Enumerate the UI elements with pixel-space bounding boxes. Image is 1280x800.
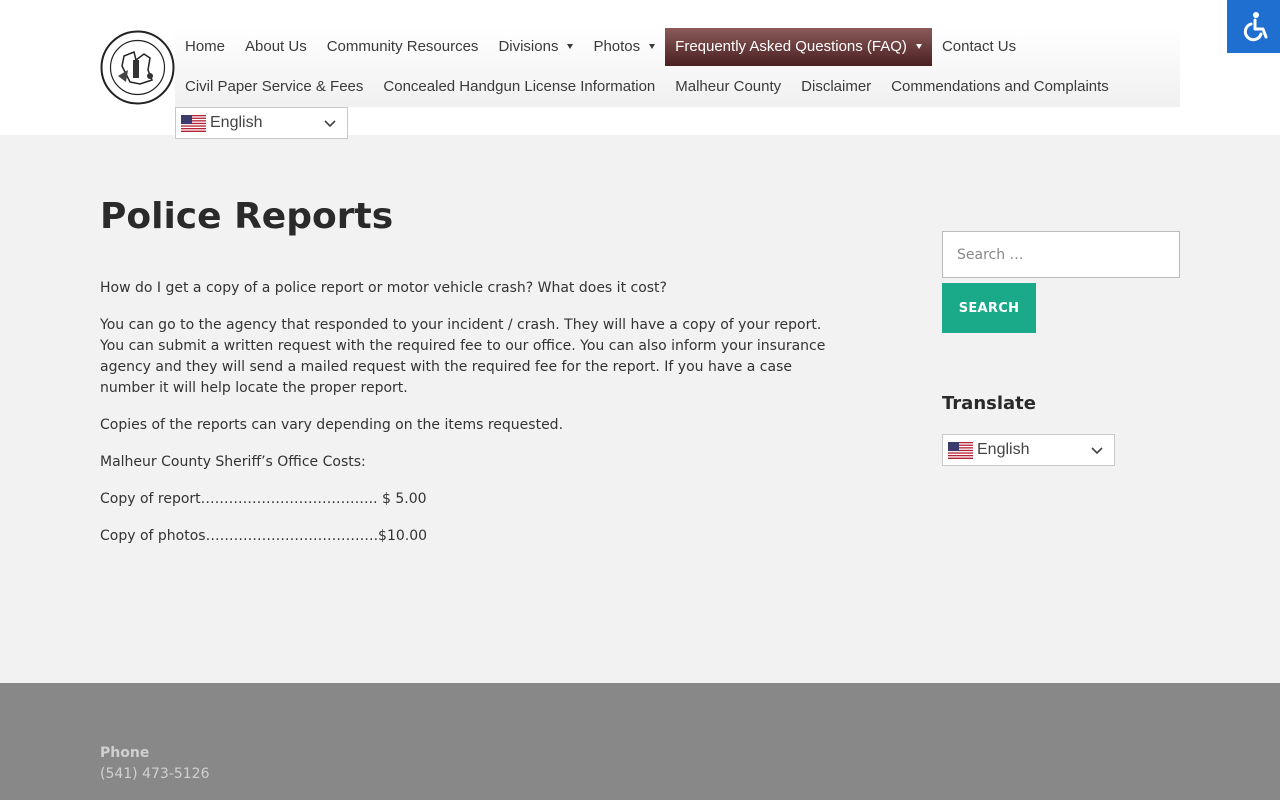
nav-item-faq[interactable]: Frequently Asked Questions (FAQ) (665, 28, 932, 66)
language-selector-sidebar[interactable]: English (942, 434, 1115, 466)
page-title: Police Reports (100, 196, 394, 237)
faq-question: How do I get a copy of a police report o… (100, 280, 667, 296)
chevron-down-icon (1091, 447, 1103, 455)
language-label: English (977, 441, 1030, 458)
language-label: English (210, 114, 263, 131)
footer-phone-number[interactable]: (541) 473-5126 (100, 766, 210, 782)
us-flag-icon (948, 441, 973, 459)
cost-photos: Copy of photos……………………………….$10.00 (100, 528, 428, 544)
nav-item-civil-paper-service[interactable]: Civil Paper Service & Fees (175, 68, 373, 106)
us-flag-icon (181, 114, 206, 132)
nav-item-concealed-handgun[interactable]: Concealed Handgun License Information (373, 68, 665, 106)
language-selector-header[interactable]: English (175, 107, 348, 139)
costs-heading: Malheur County Sheriff’s Office Costs: (100, 454, 366, 470)
accessibility-button[interactable] (1227, 0, 1280, 53)
nav-item-community-resources[interactable]: Community Resources (317, 28, 489, 66)
nav-item-home[interactable]: Home (175, 28, 235, 66)
nav-item-divisions[interactable]: Divisions (488, 28, 583, 66)
wheelchair-icon (1243, 11, 1267, 41)
nav-row-primary: Home About Us Community Resources Divisi… (175, 28, 1026, 66)
nav-item-contact-us[interactable]: Contact Us (932, 28, 1026, 66)
site-footer: Phone (541) 473-5126 (0, 683, 1280, 800)
sheriff-badge-logo[interactable] (100, 30, 175, 105)
dropdown-caret-icon (915, 44, 922, 49)
translate-widget-title: Translate (942, 393, 1036, 414)
report-copies-note: Copies of the reports can vary depending… (100, 417, 564, 433)
search-input[interactable] (942, 231, 1180, 278)
cost-report: Copy of report……………………………….. $ 5.00 (100, 491, 427, 507)
nav-item-about-us[interactable]: About Us (235, 28, 317, 66)
nav-item-disclaimer[interactable]: Disclaimer (791, 68, 881, 106)
faq-answer: You can go to the agency that responded … (100, 317, 826, 396)
search-button[interactable]: SEARCH (942, 283, 1036, 333)
footer-phone-label: Phone (100, 745, 150, 761)
nav-item-commendations[interactable]: Commendations and Complaints (881, 68, 1119, 106)
article-content: How do I get a copy of a police report o… (100, 278, 845, 563)
nav-row-secondary: Civil Paper Service & Fees Concealed Han… (175, 68, 1119, 106)
nav-item-photos[interactable]: Photos (583, 28, 665, 66)
dropdown-caret-icon (567, 44, 574, 49)
dropdown-caret-icon (649, 44, 656, 49)
nav-item-malheur-county[interactable]: Malheur County (665, 68, 791, 106)
main-navigation: Home About Us Community Resources Divisi… (175, 28, 1180, 107)
chevron-down-icon (324, 120, 336, 128)
